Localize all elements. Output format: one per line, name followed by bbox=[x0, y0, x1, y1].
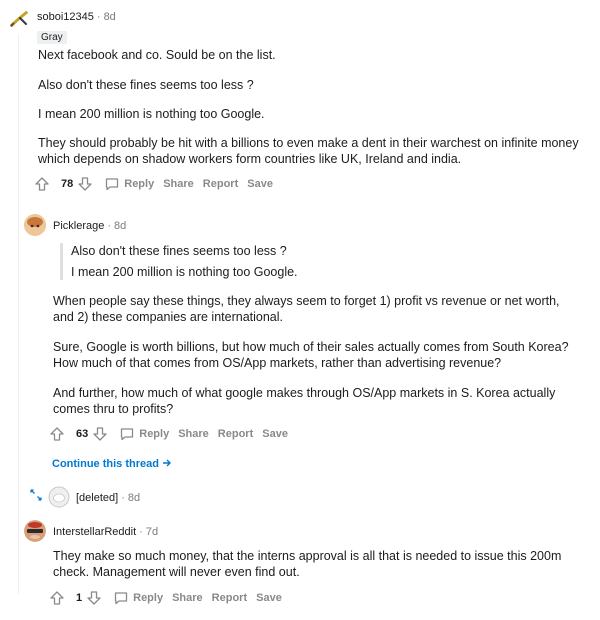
comment-paragraph: Sure, Google is worth billions, but how … bbox=[53, 340, 569, 370]
avatar[interactable] bbox=[24, 520, 46, 542]
timestamp[interactable]: 7d bbox=[146, 526, 158, 538]
comment-paragraph: They should probably be hit with a billi… bbox=[38, 136, 579, 166]
comment-bubble-icon bbox=[106, 178, 119, 191]
reply-button[interactable]: Reply bbox=[113, 590, 163, 606]
downvote-arrow-icon bbox=[78, 177, 92, 191]
thread-line[interactable] bbox=[18, 34, 19, 594]
report-button[interactable]: Report bbox=[212, 592, 247, 604]
upvote-button[interactable] bbox=[49, 590, 65, 606]
avatar bbox=[48, 486, 70, 508]
reply-label: Reply bbox=[133, 592, 164, 604]
reply-button[interactable]: Reply bbox=[104, 176, 154, 192]
comment-meta: soboi12345 · 8d bbox=[37, 11, 116, 23]
save-button[interactable]: Save bbox=[256, 592, 282, 604]
timestamp[interactable]: 8d bbox=[104, 11, 116, 23]
report-button[interactable]: Report bbox=[218, 428, 253, 440]
snoo-avatar-icon bbox=[24, 214, 46, 236]
avatar[interactable] bbox=[24, 214, 46, 236]
quote-line: I mean 200 million is nothing too Google… bbox=[71, 265, 298, 279]
username: [deleted] bbox=[76, 492, 119, 504]
vote-score: 78 bbox=[61, 178, 74, 190]
continue-thread-label: Continue this thread bbox=[52, 458, 159, 470]
snoo-avatar-icon bbox=[24, 520, 46, 542]
vote-score: 63 bbox=[76, 428, 89, 440]
upvote-button[interactable] bbox=[34, 176, 50, 192]
banana-avatar-icon bbox=[9, 10, 29, 28]
downvote-arrow-icon bbox=[93, 427, 107, 441]
share-button[interactable]: Share bbox=[178, 428, 209, 440]
upvote-button[interactable] bbox=[49, 426, 65, 442]
upvote-arrow-icon bbox=[50, 591, 64, 605]
username[interactable]: Picklerage bbox=[53, 220, 104, 232]
share-button[interactable]: Share bbox=[163, 178, 194, 190]
user-flair: Gray bbox=[37, 31, 67, 44]
comment-actions: 1 Reply Share Report Save bbox=[49, 590, 291, 606]
downvote-button[interactable] bbox=[92, 426, 108, 442]
reply-label: Reply bbox=[139, 428, 170, 440]
comment-meta: InterstellarReddit · 7d bbox=[53, 526, 159, 538]
comment-paragraph: And further, how much of what google mak… bbox=[53, 386, 556, 416]
arrow-right-icon bbox=[163, 459, 172, 467]
comment-paragraph: Next facebook and co. Sould be on the li… bbox=[38, 48, 276, 62]
downvote-button[interactable] bbox=[86, 590, 102, 606]
comment-paragraph: When people say these things, they alway… bbox=[53, 294, 560, 324]
blockquote: Also don't these fines seems too less ? … bbox=[60, 243, 471, 280]
reply-button[interactable]: Reply bbox=[119, 426, 169, 442]
expand-arrows-icon bbox=[30, 489, 42, 501]
share-button[interactable]: Share bbox=[172, 592, 203, 604]
username[interactable]: soboi12345 bbox=[37, 11, 94, 23]
save-button[interactable]: Save bbox=[262, 428, 288, 440]
reply-label: Reply bbox=[124, 178, 155, 190]
expand-thread-button[interactable] bbox=[29, 488, 43, 502]
comment-paragraph: Also don't these fines seems too less ? bbox=[38, 78, 254, 92]
timestamp[interactable]: 8d bbox=[128, 492, 140, 504]
comment-bubble-icon bbox=[121, 428, 134, 441]
quote-line: Also don't these fines seems too less ? bbox=[71, 244, 287, 258]
vote-score: 1 bbox=[76, 592, 83, 604]
upvote-arrow-icon bbox=[50, 427, 64, 441]
comment-meta: Picklerage · 8d bbox=[53, 220, 127, 232]
downvote-button[interactable] bbox=[77, 176, 93, 192]
comment-actions: 78 Reply Share Report Save bbox=[34, 176, 282, 192]
comment-paragraph: I mean 200 million is nothing too Google… bbox=[38, 107, 265, 121]
username[interactable]: InterstellarReddit bbox=[53, 526, 136, 538]
timestamp[interactable]: 8d bbox=[114, 220, 126, 232]
save-button[interactable]: Save bbox=[247, 178, 273, 190]
downvote-arrow-icon bbox=[87, 591, 101, 605]
default-avatar-icon bbox=[48, 486, 70, 508]
report-button[interactable]: Report bbox=[203, 178, 238, 190]
continue-thread-link[interactable]: Continue this thread bbox=[52, 458, 172, 470]
upvote-arrow-icon bbox=[35, 177, 49, 191]
comment-meta: [deleted] · 8d bbox=[76, 492, 141, 504]
comment-bubble-icon bbox=[114, 592, 128, 605]
comment-actions: 63 Reply Share Report Save bbox=[49, 426, 297, 442]
avatar[interactable] bbox=[8, 8, 30, 30]
comment-paragraph: They make so much money, that the intern… bbox=[53, 549, 562, 579]
